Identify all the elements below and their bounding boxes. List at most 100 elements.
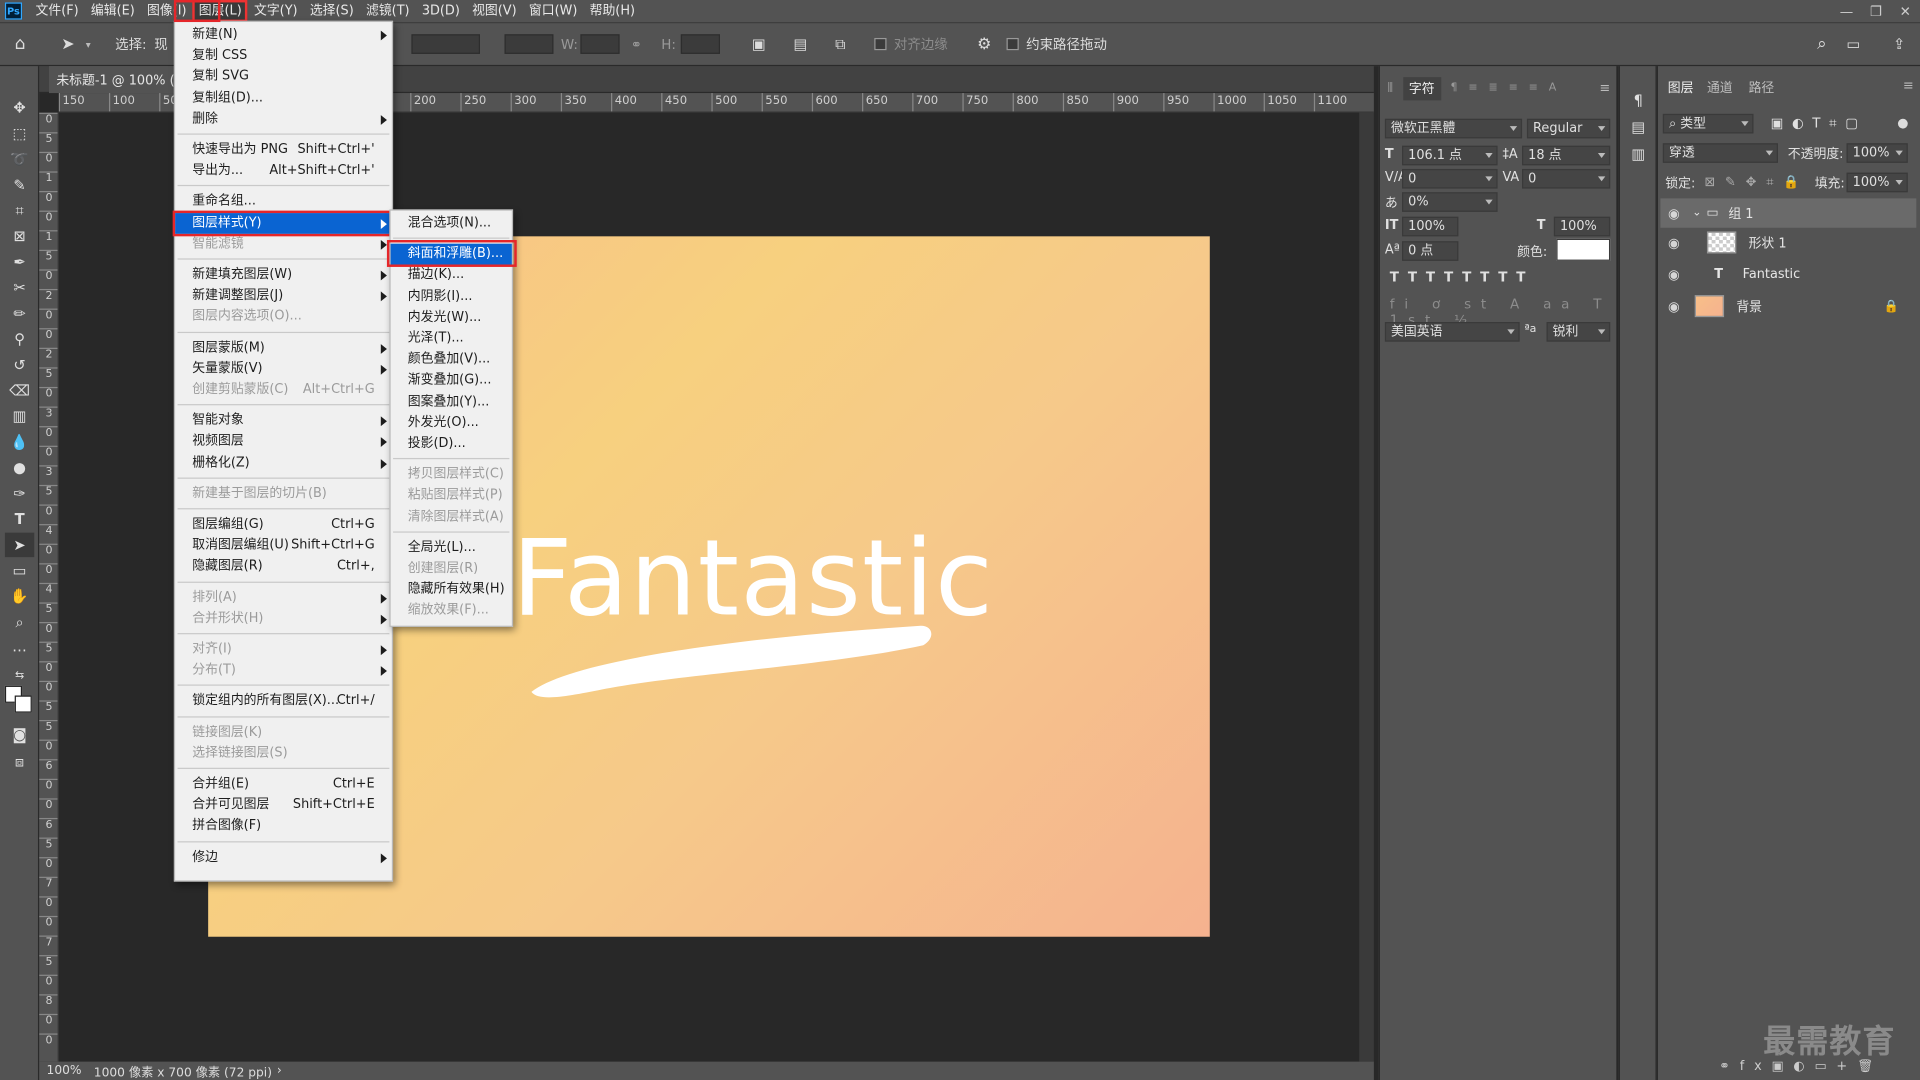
path-arrangement-icon[interactable]: ⧉	[835, 23, 846, 65]
swoosh-shape[interactable]	[529, 616, 933, 702]
menu-help[interactable]: 帮助(H)	[583, 0, 641, 22]
vertical-scrollbar[interactable]	[1359, 112, 1374, 1062]
opacity-input[interactable]: 100%	[1846, 143, 1908, 163]
eye-icon[interactable]: ◉	[1660, 234, 1687, 250]
swap-colors-icon[interactable]: ⇆	[5, 664, 34, 688]
layer-menu-item[interactable]: 新建调整图层(J)	[175, 286, 392, 307]
background-color-swatch[interactable]	[14, 695, 32, 713]
menu-select[interactable]: 选择(S)	[304, 0, 360, 22]
eye-icon[interactable]: ◉	[1660, 205, 1687, 221]
kerning-input[interactable]: 0	[1402, 168, 1498, 189]
move-tool-icon[interactable]: ✥	[5, 96, 34, 120]
layer-menu-item[interactable]: 复制 CSS	[175, 46, 392, 67]
status-arrow-icon[interactable]: ›	[277, 1064, 282, 1077]
menu-image[interactable]: 图像(I)	[141, 0, 193, 22]
layer-style-item[interactable]: 光泽(T)...	[391, 328, 512, 349]
eye-icon[interactable]: ◉	[1660, 266, 1687, 282]
menu-filter[interactable]: 滤镜(T)	[360, 0, 416, 22]
baseline-shift-input[interactable]: 0 点	[1402, 241, 1459, 261]
eye-icon[interactable]: ◉	[1660, 298, 1687, 314]
tool-preset-chevron-icon[interactable]: ▾	[86, 23, 91, 65]
tab-paths[interactable]: 路径	[1749, 78, 1775, 96]
layer-menu-item[interactable]: 新建填充图层(W)	[175, 264, 392, 285]
layer-style-item[interactable]: 斜面和浮雕(B)...	[390, 243, 512, 265]
path-alignment-icon[interactable]: ▤	[793, 23, 807, 65]
antialias-dropdown[interactable]: 锐利	[1546, 322, 1611, 342]
path-selection-tool-icon[interactable]: ➤	[4, 532, 35, 558]
layer-row-group[interactable]: ◉ ⌄ ▭ 组 1	[1660, 198, 1917, 228]
layer-style-item[interactable]: 混合选项(N)...	[391, 213, 512, 234]
clone-stamp-tool-icon[interactable]: ⚲	[5, 327, 34, 351]
panel-collapse-icon[interactable]: ⦀	[1387, 80, 1393, 96]
filter-toggle-icon[interactable]	[1897, 118, 1908, 129]
eraser-tool-icon[interactable]: ⌫	[5, 378, 34, 402]
minimize-icon[interactable]: —	[1832, 0, 1861, 22]
type-tool-icon[interactable]: T	[5, 507, 34, 531]
tsume-input[interactable]: 0%	[1402, 192, 1498, 212]
horizontal-scale-input[interactable]: 100%	[1553, 216, 1611, 237]
layer-menu-item[interactable]: 复制组(D)...	[175, 88, 392, 109]
gear-icon[interactable]: ⚙	[977, 23, 991, 65]
layer-menu-item[interactable]: 合并可见图层 Shift+Ctrl+E	[175, 795, 392, 816]
lasso-tool-icon[interactable]: ➰	[5, 147, 34, 171]
close-icon[interactable]: ✕	[1891, 0, 1920, 22]
layer-menu-item[interactable]: 复制 SVG	[175, 67, 392, 88]
layer-menu-item[interactable]: 图层编组(G) Ctrl+G	[175, 514, 392, 535]
height-input[interactable]	[680, 34, 721, 54]
text-color-swatch[interactable]	[1556, 238, 1611, 261]
share-icon[interactable]: ⇪	[1893, 23, 1905, 65]
screen-mode-icon[interactable]: ⧈	[5, 749, 34, 773]
layer-menu-item[interactable]: 重命名组...	[175, 191, 392, 212]
blend-mode-dropdown[interactable]: 穿透	[1662, 143, 1778, 163]
layer-menu-item[interactable]: 栅格化(Z)	[175, 453, 392, 474]
fill-input[interactable]: 100%	[1846, 172, 1908, 193]
font-family-dropdown[interactable]: 微软正黑體	[1384, 118, 1523, 139]
layer-style-item[interactable]: 图案叠加(Y)...	[391, 391, 512, 412]
layer-menu-item[interactable]: 图层样式(Y)	[175, 212, 392, 234]
more-tools-icon[interactable]: ⋯	[5, 638, 34, 662]
path-operations-icon[interactable]: ▣	[752, 23, 766, 65]
dodge-tool-icon[interactable]: ●	[5, 456, 34, 480]
photoshop-logo-icon[interactable]: Ps	[4, 2, 23, 20]
properties-panel-icon[interactable]: ▤	[1624, 115, 1653, 139]
lock-options-icons[interactable]: ⊠✎✥⌗🔒	[1704, 174, 1809, 191]
quick-selection-tool-icon[interactable]: ✎	[5, 173, 34, 197]
menu-3d[interactable]: 3D(D)	[416, 0, 466, 22]
layer-menu-item[interactable]: 智能对象	[175, 410, 392, 431]
layer-menu-item[interactable]: 修边	[175, 847, 392, 868]
font-size-input[interactable]: 106.1 点	[1402, 145, 1498, 166]
zoom-level[interactable]: 100%	[47, 1064, 82, 1077]
pen-tool-icon[interactable]: ✑	[5, 481, 34, 505]
tab-channels[interactable]: 通道	[1707, 78, 1733, 96]
marquee-tool-icon[interactable]: ⬚	[5, 121, 34, 145]
layer-style-item[interactable]: 全局光(L)...	[391, 537, 512, 558]
language-dropdown[interactable]: 美国英语	[1384, 322, 1520, 342]
layer-style-item[interactable]: 渐变叠加(G)...	[391, 370, 512, 391]
document-info[interactable]: 1000 像素 x 700 像素 (72 ppi)	[94, 1062, 272, 1080]
menu-view[interactable]: 视图(V)	[466, 0, 523, 22]
layer-filter-dropdown[interactable]: ⌕ 类型	[1662, 113, 1754, 134]
libraries-panel-icon[interactable]: ▥	[1624, 142, 1653, 166]
stroke-type-dropdown[interactable]	[504, 34, 554, 54]
layer-style-item[interactable]: 颜色叠加(V)...	[391, 349, 512, 370]
layer-menu-item[interactable]: 隐藏图层(R) Ctrl+,	[175, 556, 392, 577]
workspace-icon[interactable]: ▭	[1847, 23, 1861, 65]
faux-style-buttons-icon[interactable]: TTTTTTTT	[1390, 269, 1534, 285]
layer-row-shape[interactable]: ◉ 形状 1	[1660, 228, 1916, 257]
brush-tool-icon[interactable]: ✏	[5, 301, 34, 325]
layer-menu-item[interactable]: 矢量蒙版(V)	[175, 359, 392, 380]
search-icon[interactable]: ⌕	[1817, 23, 1827, 65]
layer-style-item[interactable]: 内阴影(I)...	[391, 286, 512, 307]
history-brush-tool-icon[interactable]: ↺	[5, 353, 34, 377]
layer-row-background[interactable]: ◉ 背景 🔒	[1660, 291, 1916, 320]
tab-layers[interactable]: 图层	[1668, 78, 1694, 96]
healing-brush-tool-icon[interactable]: ✂	[5, 276, 34, 300]
eyedropper-tool-icon[interactable]: ✒	[5, 250, 34, 274]
width-input[interactable]	[580, 34, 620, 54]
layer-menu-item[interactable]: 拼合图像(F)	[175, 816, 392, 837]
layer-menu-item[interactable]: 快速导出为 PNG Shift+Ctrl+'	[175, 140, 392, 161]
constrain-path-checkbox[interactable]: 约束路径拖动	[1006, 23, 1107, 65]
layer-style-item[interactable]: 投影(D)...	[391, 433, 512, 454]
rectangle-tool-icon[interactable]: ▭	[5, 558, 34, 582]
menu-window[interactable]: 窗口(W)	[523, 0, 584, 22]
